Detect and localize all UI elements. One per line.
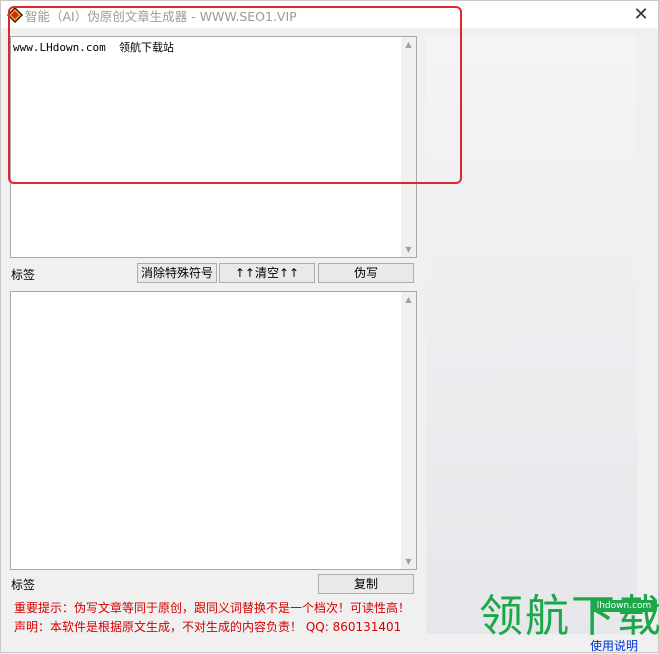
right-strip <box>637 36 657 634</box>
highlight-box <box>8 6 462 184</box>
watermark-site: lhdown.com <box>591 600 657 612</box>
help-link[interactable]: 使用说明 <box>590 637 638 654</box>
output-scrollbar[interactable]: ▲ ▼ <box>401 292 416 569</box>
scroll-down-icon[interactable]: ▼ <box>401 242 416 257</box>
statement-text: 声明：本软件是根据原文生成，不对生成的内容负责！ QQ: 860131401 <box>14 620 402 634</box>
rewrite-button[interactable]: 伪写 <box>318 263 414 283</box>
copy-button[interactable]: 复制 <box>318 574 414 594</box>
tag-label-bottom: 标签 <box>11 578 36 592</box>
output-text-area[interactable]: ▲ ▼ <box>10 291 417 570</box>
scroll-down-icon[interactable]: ▼ <box>401 554 416 569</box>
tag-label-top: 标签 <box>11 268 36 282</box>
remove-special-chars-button[interactable]: 消除特殊符号 <box>137 263 217 283</box>
app-window: 智能（AI）伪原创文章生成器 - WWW.SEO1.VIP ✕ www.LHdo… <box>0 0 659 653</box>
scroll-up-icon[interactable]: ▲ <box>401 292 416 307</box>
clear-button[interactable]: ↑↑清空↑↑ <box>219 263 315 283</box>
close-button[interactable]: ✕ <box>624 1 658 28</box>
important-tip: 重要提示：伪写文章等同于原创，跟同义词替换不是一个档次！可读性高！ <box>14 601 411 615</box>
